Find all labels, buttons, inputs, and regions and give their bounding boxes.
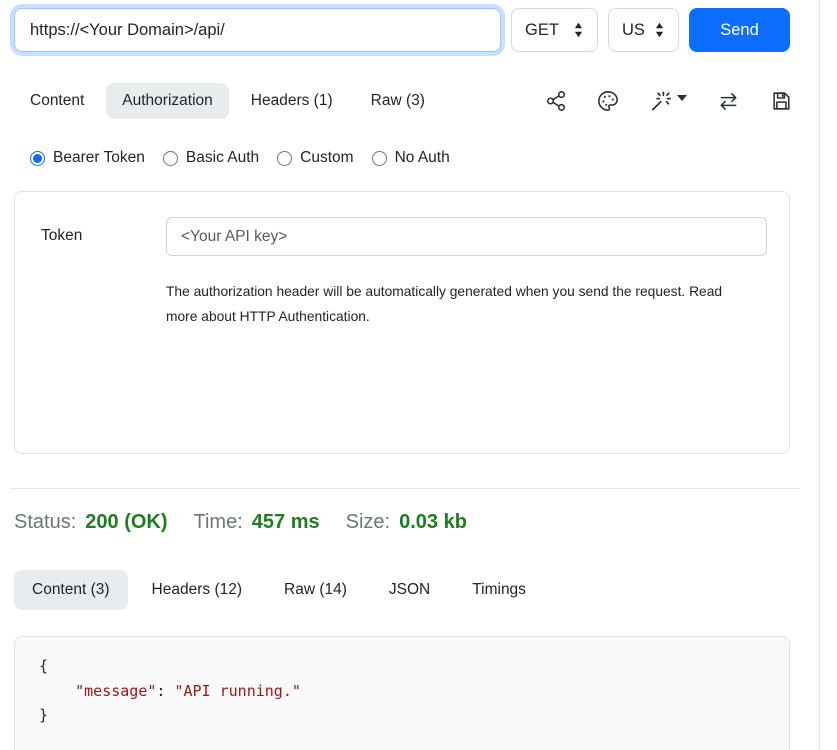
location-select[interactable]: US (608, 8, 679, 52)
auth-option-label: Custom (300, 149, 353, 167)
auth-help-text: The authorization header will be automat… (166, 279, 752, 329)
palette-icon[interactable] (597, 90, 619, 112)
swap-arrows-icon[interactable] (717, 90, 740, 113)
json-close-brace: } (39, 706, 48, 724)
method-select-value: GET (525, 21, 559, 40)
auth-option-label: Bearer Token (53, 149, 145, 167)
json-key: "message" (75, 682, 156, 700)
radio-custom[interactable] (277, 151, 292, 166)
toolbar (545, 90, 804, 113)
page-right-border (819, 0, 820, 750)
tab-response-timings[interactable]: Timings (454, 570, 544, 610)
auth-option-bearer[interactable]: Bearer Token (30, 149, 145, 167)
auth-option-no-auth[interactable]: No Auth (372, 149, 450, 167)
size-value: 0.03 kb (399, 511, 467, 534)
json-open-brace: { (39, 657, 48, 675)
json-value: "API running." (174, 682, 300, 700)
response-body: { "message": "API running." } (14, 636, 790, 750)
response-tabs: Content (3) Headers (12) Raw (14) JSON T… (14, 570, 804, 610)
method-select[interactable]: GET (511, 8, 598, 52)
token-panel-main: The authorization header will be automat… (166, 217, 767, 453)
location-select-value: US (622, 21, 645, 40)
radio-no-auth[interactable] (372, 151, 387, 166)
tab-response-json[interactable]: JSON (371, 570, 448, 610)
chevron-down-icon (677, 95, 687, 101)
section-divider (10, 488, 800, 489)
magic-wand-dropdown-icon[interactable] (649, 90, 687, 113)
status-value: 200 (OK) (85, 511, 167, 534)
token-label: Token (41, 217, 166, 453)
auth-option-basic[interactable]: Basic Auth (163, 149, 259, 167)
status-label: Status: (14, 511, 76, 534)
token-input[interactable] (166, 217, 767, 256)
api-tester-page: GET US Send Content Authorization Header… (0, 0, 837, 750)
size-label: Size: (346, 511, 390, 534)
radio-bearer-token[interactable] (30, 151, 45, 166)
save-icon[interactable] (770, 90, 792, 112)
tab-response-content[interactable]: Content (3) (14, 570, 128, 610)
size-pair: Size: 0.03 kb (346, 511, 467, 534)
tab-content[interactable]: Content (14, 83, 100, 119)
time-pair: Time: 457 ms (194, 511, 320, 534)
response-status-bar: Status: 200 (OK) Time: 457 ms Size: 0.03… (14, 511, 837, 534)
send-button[interactable]: Send (689, 8, 790, 52)
auth-option-label: No Auth (395, 149, 450, 167)
time-label: Time: (194, 511, 243, 534)
auth-type-options: Bearer Token Basic Auth Custom No Auth (30, 149, 837, 167)
share-icon[interactable] (545, 90, 567, 112)
radio-basic-auth[interactable] (163, 151, 178, 166)
tab-response-headers[interactable]: Headers (12) (134, 570, 260, 610)
json-indent (39, 682, 75, 700)
token-panel: Token The authorization header will be a… (14, 191, 790, 454)
tab-raw[interactable]: Raw (3) (355, 83, 441, 119)
auth-option-label: Basic Auth (186, 149, 259, 167)
tab-authorization[interactable]: Authorization (106, 83, 228, 119)
request-bar: GET US Send (14, 8, 790, 52)
tab-headers[interactable]: Headers (1) (235, 83, 349, 119)
status-pair: Status: 200 (OK) (14, 511, 168, 534)
select-updown-icon (573, 21, 584, 39)
tab-response-raw[interactable]: Raw (14) (266, 570, 365, 610)
select-updown-icon (654, 21, 665, 39)
request-tabs: Content Authorization Headers (1) Raw (3… (14, 83, 804, 119)
json-separator: : (156, 682, 174, 700)
url-input[interactable] (14, 8, 501, 52)
auth-option-custom[interactable]: Custom (277, 149, 353, 167)
time-value: 457 ms (252, 511, 320, 534)
